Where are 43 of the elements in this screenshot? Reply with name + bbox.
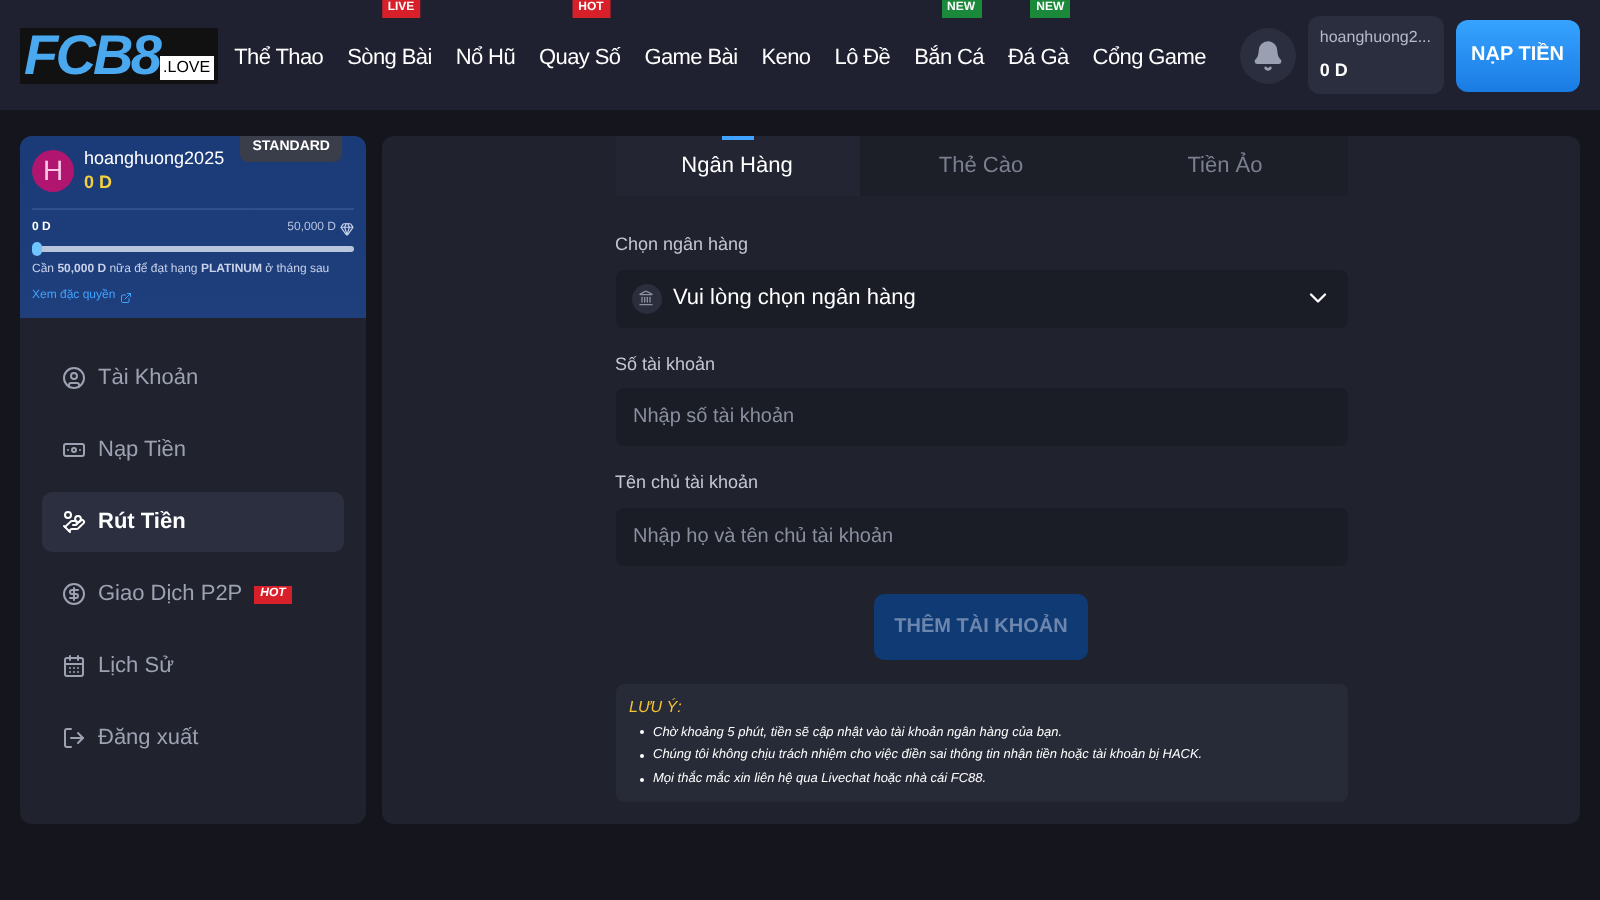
input-field[interactable]: Nhập họ và tên chủ tài khoản — [615, 507, 1347, 565]
nav-link[interactable]: Nổ Hũ — [455, 45, 516, 69]
avatar: H — [32, 150, 74, 192]
notice-title: LƯU Ý: — [629, 695, 684, 719]
sidebar-item[interactable]: Nạp Tiền — [42, 420, 344, 480]
input-field[interactable]: Nhập số tài khoản — [615, 388, 1347, 446]
gem-icon — [340, 222, 354, 236]
notification-button[interactable] — [1239, 27, 1296, 83]
nav-link[interactable]: Game Bài — [644, 45, 738, 69]
field-label: Tên chủ tài khoản — [615, 470, 761, 496]
profile-balance: 0 D — [84, 170, 115, 194]
bank-select[interactable]: Vui lòng chọn ngân hàng — [615, 269, 1347, 327]
bank-icon — [638, 290, 654, 306]
account-panel[interactable]: hoanghuong2... 0 D — [1307, 15, 1443, 95]
logo: FCB8.LOVE — [20, 27, 219, 83]
account-username: hoanghuong2... — [1319, 25, 1431, 50]
bell-icon — [1251, 39, 1284, 71]
nav-link[interactable]: Bắn Cá — [914, 45, 984, 69]
sidebar-item[interactable]: Lịch Sử — [42, 636, 344, 696]
profile-username: hoanghuong2025 — [84, 148, 225, 170]
nav-link[interactable]: Quay Số — [539, 45, 621, 69]
nav-link[interactable]: Lô Đề — [834, 45, 891, 69]
tab[interactable]: Ngân Hàng — [615, 136, 859, 196]
coin-icon — [62, 582, 86, 606]
nav-link[interactable]: Thể Thao — [234, 45, 324, 69]
sidebar-item[interactable]: Tài Khoản — [42, 348, 344, 408]
calendar-icon — [62, 654, 86, 678]
sidebar-item[interactable]: Đăng xuất — [42, 708, 344, 768]
external-link-icon — [119, 291, 132, 303]
field-label: Chọn ngân hàng — [615, 232, 751, 258]
nav-link[interactable]: Sòng Bài — [347, 45, 432, 69]
tab[interactable]: Thẻ Cào — [859, 136, 1103, 196]
user-icon — [62, 366, 86, 390]
nav-link[interactable]: Đá Gà — [1008, 45, 1069, 69]
nav-link[interactable]: Keno — [761, 45, 811, 69]
field-label: Số tài khoản — [615, 351, 718, 377]
banknote-icon — [62, 438, 86, 462]
logout-icon — [62, 726, 86, 750]
account-balance: 0 D — [1319, 57, 1350, 84]
sidebar-item[interactable]: Rút Tiền — [42, 492, 344, 552]
tab[interactable]: Tiền Ảo — [1103, 136, 1347, 196]
nav-link[interactable]: Cổng Game — [1092, 45, 1206, 69]
hand-coins-icon — [62, 510, 86, 534]
